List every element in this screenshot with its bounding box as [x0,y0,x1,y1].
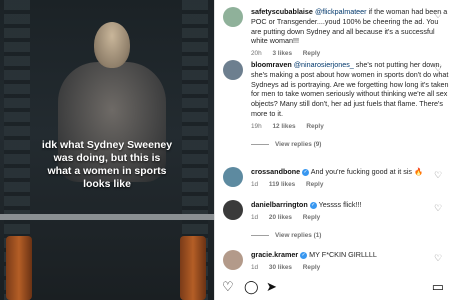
avatar[interactable] [223,7,243,27]
verified-badge-icon: ✓ [300,252,308,259]
comment-item: bloomraven @ninarosierjones_ she's not p… [223,60,449,132]
comment-username[interactable]: bloomraven [251,60,292,69]
verified-badge-icon: ✓ [302,169,310,176]
comment-likes[interactable]: 30 likes [269,264,292,271]
comment-time: 1d [251,213,259,221]
comment-likes[interactable]: 20 likes [269,214,292,221]
comment-time: 1d [251,180,259,188]
view-replies-link[interactable]: View replies (9) [251,141,321,148]
comment-mention[interactable]: @ninarosierjones_ [294,60,354,69]
view-replies-link[interactable]: View replies (1) [251,232,321,239]
avatar[interactable] [223,250,243,270]
heart-icon[interactable]: ♡ [434,171,443,180]
share-icon[interactable]: ➤ [266,280,277,294]
comment-time: 20h [251,50,262,58]
avatar[interactable] [223,200,243,220]
video-panel[interactable]: idk what Sydney Sweeney was doing, but t… [0,0,214,300]
post-action-bar: ♡ ◯ ➤ ▭ [222,280,450,298]
heart-icon[interactable]: ♡ [434,254,443,263]
comment-text: And you're fucking good at it sis 🔥 [310,167,423,176]
heart-icon[interactable]: ♡ [434,64,443,73]
heart-icon[interactable]: ♡ [222,280,234,294]
reply-button[interactable]: Reply [306,181,323,188]
comment-text: Yessss flick!!! [318,200,362,209]
comment-item: danielbarrington ✓ Yessss flick!!! 1d 20… [223,200,449,223]
heart-icon[interactable]: ♡ [434,11,443,20]
comment-time: 1d [251,263,259,271]
barbell [0,214,214,220]
comment-item: crossandbone ✓ And you're fucking good a… [223,167,449,190]
comment-likes[interactable]: 12 likes [272,123,295,130]
weight-plate-right [180,236,206,300]
verified-badge-icon: ✓ [309,202,317,209]
heart-icon[interactable]: ♡ [434,204,443,213]
comment-likes[interactable]: 3 likes [272,50,292,57]
reply-button[interactable]: Reply [303,214,320,221]
comment-icon[interactable]: ◯ [244,280,259,294]
comment-likes[interactable]: 119 likes [269,181,295,188]
video-caption: idk what Sydney Sweeney was doing, but t… [41,139,173,190]
comment-mention[interactable]: @flickpalmateer [315,7,367,16]
comment-username[interactable]: crossandbone [251,167,300,176]
comment-username[interactable]: gracie.kramer [251,250,298,259]
weight-plate-left [6,236,32,300]
avatar[interactable] [223,60,243,80]
comment-username[interactable]: danielbarrington [251,200,308,209]
athlete-head [94,22,130,68]
comment-time: 19h [251,122,262,130]
reply-button[interactable]: Reply [303,264,320,271]
comment-item: safetyscubablaise @flickpalmateer if the… [223,7,449,59]
comments-panel[interactable]: safetyscubablaise @flickpalmateer if the… [214,0,450,300]
reply-button[interactable]: Reply [303,50,320,57]
comment-text: MY F*CKIN GIRLLLL [309,250,377,259]
avatar[interactable] [223,167,243,187]
bookmark-icon[interactable]: ▭ [432,280,444,294]
comment-item: gracie.kramer ✓ MY F*CKIN GIRLLLL 1d 30 … [223,250,449,273]
reply-button[interactable]: Reply [306,123,323,130]
comment-username[interactable]: safetyscubablaise [251,7,313,16]
